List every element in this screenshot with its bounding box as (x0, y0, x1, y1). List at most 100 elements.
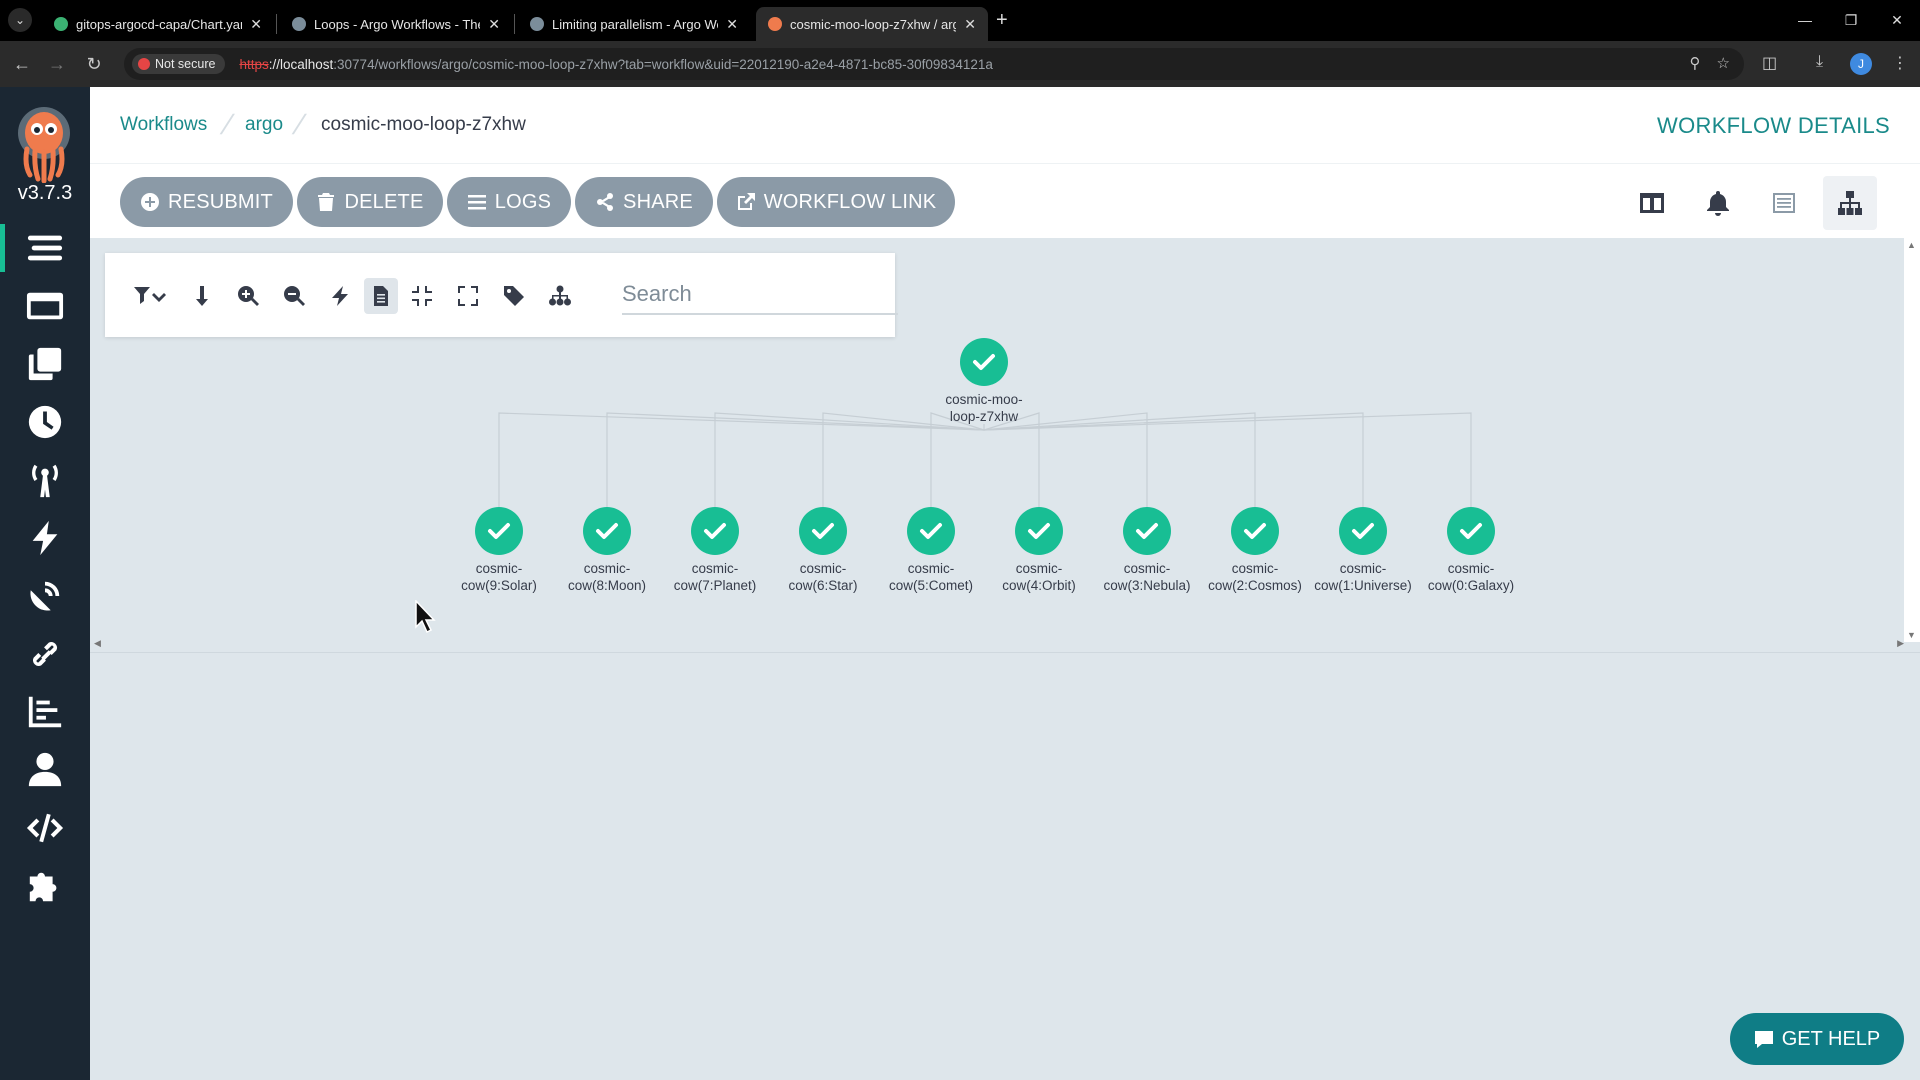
profile-avatar[interactable]: J (1850, 53, 1872, 75)
node-label-line1: cosmic- (584, 561, 631, 576)
get-help-button[interactable]: GET HELP (1730, 1013, 1904, 1065)
resubmit-button[interactable]: RESUBMIT (120, 177, 293, 227)
scroll-left-arrow-icon[interactable]: ◀ (94, 638, 101, 649)
horizontal-scrollbar[interactable]: ◀ ▶ (90, 637, 1904, 652)
workflow-step-node[interactable]: cosmic-cow(5:Comet) (889, 507, 973, 593)
filter-dropdown-button[interactable] (125, 278, 175, 314)
arrow-down-icon (196, 286, 208, 306)
workflow-step-node[interactable]: cosmic-cow(8:Moon) (568, 507, 646, 593)
bolt-icon (32, 520, 58, 556)
close-tab-icon[interactable]: ✕ (964, 16, 976, 33)
zoom-out-button[interactable] (277, 278, 311, 314)
nav-event-sources[interactable] (0, 450, 90, 510)
node-status-circle[interactable] (799, 507, 847, 555)
node-status-circle[interactable] (691, 507, 739, 555)
browser-tab-active-workflow[interactable]: cosmic-moo-loop-z7xhw / argo ✕ (756, 7, 988, 41)
graph-edge (714, 412, 985, 507)
download-icon[interactable]: ⤓ (1816, 53, 1823, 71)
workflow-step-node[interactable]: cosmic-cow(6:Star) (788, 507, 858, 593)
workflow-step-node[interactable]: cosmic-cow(3:Nebula) (1103, 507, 1191, 593)
share-button[interactable]: SHARE (575, 177, 713, 227)
tab-search-chevron-icon[interactable]: ⌄ (8, 8, 32, 32)
timeline-view-button[interactable] (1757, 176, 1811, 230)
restore-icon[interactable]: ❐ (1828, 6, 1874, 34)
sort-down-button[interactable] (185, 278, 219, 314)
node-status-circle[interactable] (1447, 507, 1495, 555)
browser-tab-loops[interactable]: Loops - Argo Workflows - The w ✕ (280, 7, 512, 41)
extensions-icon[interactable]: ◫ (1762, 53, 1777, 73)
browser-tab-chart-yaml[interactable]: gitops-argocd-capa/Chart.yaml ✕ (42, 7, 274, 41)
breadcrumb-workflows[interactable]: Workflows (120, 114, 207, 136)
back-arrow-icon[interactable]: ← (8, 50, 36, 78)
bookmark-star-icon[interactable]: ☆ (1717, 54, 1730, 72)
workflow-step-node[interactable]: cosmic-cow(2:Cosmos) (1208, 507, 1302, 593)
workflow-step-node[interactable]: cosmic-cow(9:Solar) (461, 507, 537, 593)
logs-button[interactable]: LOGS (447, 177, 571, 227)
forward-arrow-icon[interactable]: → (43, 50, 71, 78)
zoom-icon[interactable]: ⚲ (1690, 54, 1701, 72)
minimize-icon[interactable]: — (1782, 6, 1828, 34)
nav-workflows[interactable] (0, 218, 90, 278)
node-status-circle[interactable] (475, 507, 523, 555)
security-label: Not secure (155, 57, 216, 71)
url-host: ://localhost (268, 56, 334, 72)
node-label-line1: cosmic- (692, 561, 739, 576)
layout-toggle-button[interactable] (543, 278, 577, 314)
nav-cron-workflows[interactable] (0, 392, 90, 452)
close-tab-icon[interactable]: ✕ (488, 16, 500, 33)
vertical-scrollbar[interactable]: ▲ ▼ (1904, 238, 1920, 642)
node-label-line1: cosmic- (1124, 561, 1171, 576)
scroll-up-arrow-icon[interactable]: ▲ (1907, 240, 1916, 250)
nav-workflow-templates[interactable] (0, 276, 90, 336)
node-status-circle[interactable] (1339, 507, 1387, 555)
split-view-button[interactable] (1625, 176, 1679, 230)
close-tab-icon[interactable]: ✕ (250, 16, 262, 33)
graph-view-button[interactable] (1823, 176, 1877, 230)
node-status-circle[interactable] (1231, 507, 1279, 555)
breadcrumb-namespace[interactable]: argo (245, 114, 283, 136)
artifacts-toggle-button[interactable] (364, 278, 398, 314)
tab-separator (276, 14, 277, 34)
workflow-step-node[interactable]: cosmic-cow(4:Orbit) (1002, 507, 1076, 593)
nav-sensors[interactable] (0, 508, 90, 568)
node-status-circle[interactable] (583, 507, 631, 555)
reload-icon[interactable]: ↻ (80, 50, 108, 78)
delete-button[interactable]: DELETE (297, 177, 443, 227)
workflow-root-node[interactable]: cosmic-moo-loop-z7xhw (945, 338, 1023, 424)
scroll-down-arrow-icon[interactable]: ▼ (1907, 630, 1916, 640)
nav-api-docs[interactable] (0, 798, 90, 858)
new-tab-plus-icon[interactable]: + (996, 7, 1008, 33)
workflow-step-node[interactable]: cosmic-cow(7:Planet) (674, 507, 757, 593)
node-status-circle[interactable] (1123, 507, 1171, 555)
workflow-step-node[interactable]: cosmic-cow(1:Universe) (1314, 507, 1412, 593)
browser-tab-parallelism[interactable]: Limiting parallelism - Argo Wor ✕ (518, 7, 750, 41)
graph-options-toolbar (105, 253, 898, 337)
workflow-graph-panel[interactable]: cosmic-moo-loop-z7xhw cosmic-cow(9:Solar)… (90, 238, 1904, 642)
close-tab-icon[interactable]: ✕ (726, 16, 738, 33)
nav-cluster-workflow-templates[interactable] (0, 334, 90, 394)
nav-user[interactable] (0, 740, 90, 800)
zoom-in-button[interactable] (231, 278, 265, 314)
browser-menu-icon[interactable]: ⋮ (1892, 53, 1908, 73)
not-secure-badge[interactable]: Not secure (132, 54, 226, 74)
node-status-circle[interactable] (1015, 507, 1063, 555)
events-button[interactable] (1691, 176, 1745, 230)
labels-toggle-button[interactable] (497, 278, 531, 314)
workflow-link-button[interactable]: WORKFLOW LINK (717, 177, 955, 227)
collapse-button[interactable] (405, 278, 439, 314)
nav-links[interactable] (0, 624, 90, 684)
node-status-circle[interactable] (960, 338, 1008, 386)
search-minus-icon (284, 286, 305, 306)
url-omnibox[interactable]: Not secure https://localhost:30774/workf… (124, 48, 1744, 80)
scroll-right-arrow-icon[interactable]: ▶ (1897, 638, 1904, 649)
nav-event-flow[interactable] (0, 566, 90, 626)
node-status-circle[interactable] (907, 507, 955, 555)
graph-search-input[interactable] (622, 275, 898, 315)
argo-logo-icon[interactable] (14, 103, 74, 183)
window-close-icon[interactable]: ✕ (1874, 6, 1920, 34)
nav-plugins[interactable] (0, 856, 90, 916)
nav-reports[interactable] (0, 682, 90, 742)
expand-button[interactable] (451, 278, 485, 314)
workflow-step-node[interactable]: cosmic-cow(0:Galaxy) (1428, 507, 1514, 593)
fast-render-button[interactable] (323, 278, 357, 314)
